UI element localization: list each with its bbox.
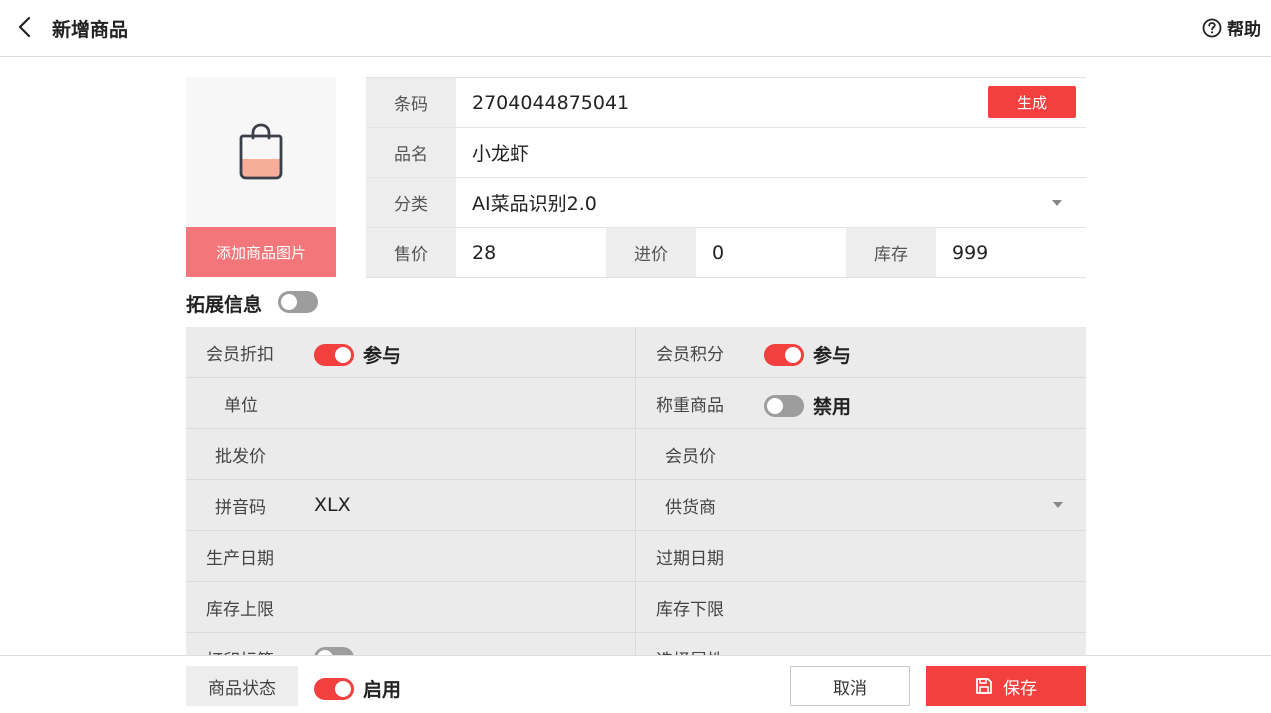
back-button[interactable] xyxy=(10,12,40,42)
print-label-toggle[interactable] xyxy=(314,647,354,655)
toggle-knob xyxy=(785,346,801,363)
toggle-knob xyxy=(281,294,297,310)
weighed-product-label: 称重商品 xyxy=(656,395,724,416)
cost-input[interactable]: 0 xyxy=(696,228,846,277)
print-label-field: 打印标签 xyxy=(186,633,636,655)
extension-grid: 会员折扣 参与 会员积分 参与 单位 称重商品 禁用 批发价 会员价 拼音码 X… xyxy=(186,327,1086,655)
unit-field[interactable]: 单位 xyxy=(186,378,636,428)
member-discount-label: 会员折扣 xyxy=(206,344,274,365)
cancel-button[interactable]: 取消 xyxy=(790,666,910,706)
weighed-product-toggle[interactable] xyxy=(764,394,804,417)
select-attribute-field[interactable]: 选择属性 xyxy=(636,633,1086,656)
save-button[interactable]: 保存 xyxy=(926,666,1086,706)
ext-row: 打印标签 选择属性 xyxy=(186,633,1086,655)
header-bar: 新增商品 帮助 xyxy=(0,0,1271,57)
member-points-field: 会员积分 参与 xyxy=(636,327,1086,377)
production-date-label: 生产日期 xyxy=(206,548,274,569)
extension-toggle[interactable] xyxy=(278,291,318,313)
price-cell: 售价 28 xyxy=(366,228,606,277)
basic-info-form: 条码 2704044875041 生成 品名 小龙虾 分类 AI菜品识别2.0 … xyxy=(366,77,1086,278)
member-discount-field: 会员折扣 参与 xyxy=(186,327,636,377)
member-points-toggle[interactable] xyxy=(764,343,804,366)
ext-row: 库存上限 库存下限 xyxy=(186,582,1086,633)
pinyin-code-field[interactable]: 拼音码 XLX xyxy=(186,480,636,530)
toggle-knob xyxy=(335,680,351,697)
product-status-state: 启用 xyxy=(363,679,402,701)
price-label: 售价 xyxy=(366,228,456,277)
member-discount-state: 参与 xyxy=(363,345,402,367)
stock-min-label: 库存下限 xyxy=(656,599,724,620)
member-discount-toggle-group: 参与 xyxy=(314,341,401,368)
product-status-label: 商品状态 xyxy=(186,666,298,706)
print-label-toggle-group xyxy=(314,647,354,655)
footer-bar: 商品状态 启用 取消 保存 xyxy=(0,655,1271,713)
ext-row: 单位 称重商品 禁用 xyxy=(186,378,1086,429)
pinyin-code-input[interactable]: XLX xyxy=(314,494,351,516)
name-input[interactable]: 小龙虾 xyxy=(456,128,1086,177)
price-stock-row: 售价 28 进价 0 库存 999 xyxy=(366,228,1086,278)
toggle-knob xyxy=(767,397,783,414)
stock-cell: 库存 999 xyxy=(846,228,1086,277)
member-price-label: 会员价 xyxy=(665,446,716,467)
stock-max-field[interactable]: 库存上限 xyxy=(186,582,636,632)
generate-barcode-button[interactable]: 生成 xyxy=(988,86,1076,118)
cost-label: 进价 xyxy=(606,228,696,277)
save-label: 保存 xyxy=(1003,678,1037,699)
help-icon xyxy=(1202,18,1222,37)
expiry-date-label: 过期日期 xyxy=(656,548,724,569)
page-title: 新增商品 xyxy=(52,19,129,41)
weighed-product-field: 称重商品 禁用 xyxy=(636,378,1086,428)
category-row[interactable]: 分类 AI菜品识别2.0 xyxy=(366,178,1086,228)
category-select[interactable]: AI菜品识别2.0 xyxy=(456,178,1086,227)
member-price-field[interactable]: 会员价 xyxy=(636,429,1086,479)
expiry-date-field[interactable]: 过期日期 xyxy=(636,531,1086,581)
product-image-placeholder[interactable] xyxy=(186,77,336,227)
chevron-left-icon xyxy=(18,16,31,38)
toggle-knob xyxy=(335,346,351,363)
member-points-label: 会员积分 xyxy=(656,344,724,365)
add-product-image-button[interactable]: 添加商品图片 xyxy=(186,227,336,277)
stock-max-label: 库存上限 xyxy=(206,599,274,620)
product-status-toggle-group: 启用 xyxy=(314,675,401,702)
wholesale-price-field[interactable]: 批发价 xyxy=(186,429,636,479)
help-button[interactable]: 帮助 xyxy=(1202,15,1261,40)
shopping-bag-icon xyxy=(239,123,283,180)
select-attribute-label: 选择属性 xyxy=(656,646,724,656)
weighed-product-toggle-group: 禁用 xyxy=(764,392,851,419)
price-input[interactable]: 28 xyxy=(456,228,606,277)
member-points-toggle-group: 参与 xyxy=(764,341,851,368)
barcode-label: 条码 xyxy=(366,78,456,127)
ext-row: 批发价 会员价 xyxy=(186,429,1086,480)
member-discount-toggle[interactable] xyxy=(314,343,354,366)
dropdown-caret-icon xyxy=(1052,200,1062,206)
cost-cell: 进价 0 xyxy=(606,228,846,277)
supplier-label: 供货商 xyxy=(665,497,716,518)
stock-min-field[interactable]: 库存下限 xyxy=(636,582,1086,632)
stock-label: 库存 xyxy=(846,228,936,277)
help-label: 帮助 xyxy=(1227,20,1261,40)
dropdown-caret-icon xyxy=(1053,502,1063,508)
wholesale-price-label: 批发价 xyxy=(215,446,266,467)
ext-row: 会员折扣 参与 会员积分 参与 xyxy=(186,327,1086,378)
save-icon xyxy=(976,678,992,694)
production-date-field[interactable]: 生产日期 xyxy=(186,531,636,581)
pinyin-code-label: 拼音码 xyxy=(215,497,266,518)
name-row: 品名 小龙虾 xyxy=(366,128,1086,178)
name-label: 品名 xyxy=(366,128,456,177)
weighed-product-state: 禁用 xyxy=(813,396,852,418)
print-label-label: 打印标签 xyxy=(206,646,274,656)
category-label: 分类 xyxy=(366,178,456,227)
extension-title: 拓展信息 xyxy=(186,294,263,316)
stock-input[interactable]: 999 xyxy=(936,228,1086,277)
ext-row: 生产日期 过期日期 xyxy=(186,531,1086,582)
ext-row: 拼音码 XLX 供货商 xyxy=(186,480,1086,531)
unit-label: 单位 xyxy=(224,395,258,416)
supplier-field[interactable]: 供货商 xyxy=(636,480,1086,530)
member-points-state: 参与 xyxy=(813,345,852,367)
product-status-toggle[interactable] xyxy=(314,677,354,700)
barcode-row: 条码 2704044875041 生成 xyxy=(366,78,1086,128)
